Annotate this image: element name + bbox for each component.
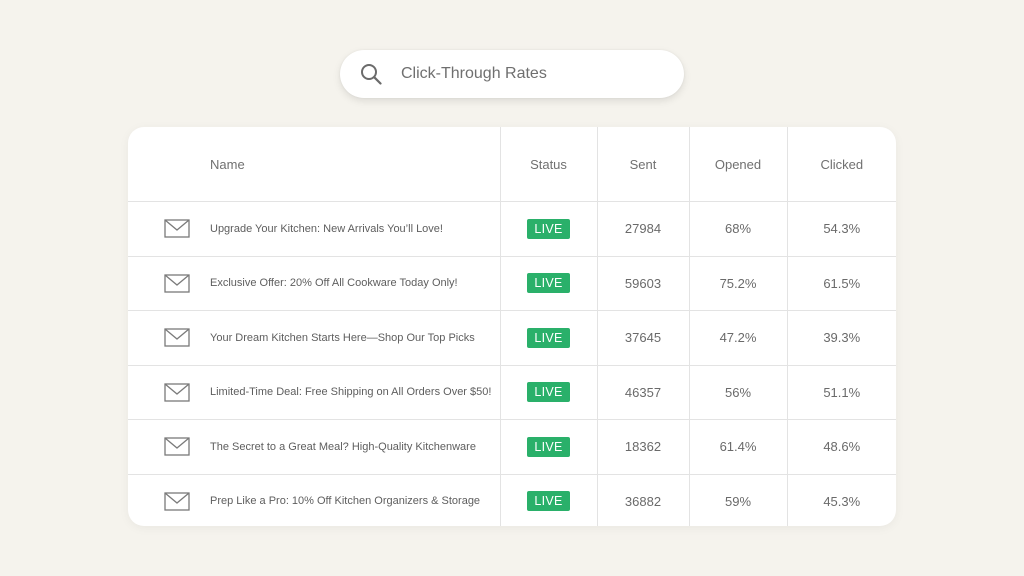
- envelope-icon: [164, 492, 190, 511]
- table-row[interactable]: Prep Like a Pro: 10% Off Kitchen Organiz…: [128, 474, 896, 526]
- envelope-icon: [164, 383, 190, 402]
- opened-rate: 56%: [688, 365, 787, 420]
- table-row[interactable]: Exclusive Offer: 20% Off All Cookware To…: [128, 256, 896, 311]
- search-query[interactable]: Click-Through Rates: [401, 50, 547, 98]
- campaigns-table: Name Status Sent Opened Clicked Upgrade …: [128, 127, 896, 526]
- row-icon-cell: [128, 419, 210, 475]
- envelope-icon: [164, 437, 190, 456]
- status-badge: LIVE: [527, 327, 570, 348]
- envelope-icon: [164, 274, 190, 293]
- header-sent[interactable]: Sent: [596, 127, 689, 202]
- row-icon-cell: [128, 474, 210, 526]
- table-row[interactable]: Upgrade Your Kitchen: New Arrivals You’l…: [128, 201, 896, 257]
- table-row[interactable]: The Secret to a Great Meal? High-Quality…: [128, 419, 896, 475]
- clicked-rate: 61.5%: [786, 256, 896, 311]
- row-icon-cell: [128, 256, 210, 311]
- campaign-name[interactable]: The Secret to a Great Meal? High-Quality…: [210, 419, 500, 475]
- sent-count: 18362: [596, 419, 689, 475]
- sent-count: 37645: [596, 310, 689, 366]
- clicked-rate: 51.1%: [786, 365, 896, 420]
- status-cell: LIVE: [499, 419, 597, 475]
- row-icon-cell: [128, 201, 210, 257]
- status-cell: LIVE: [499, 201, 597, 257]
- status-badge: LIVE: [527, 491, 570, 512]
- status-cell: LIVE: [499, 365, 597, 420]
- header-icon-spacer: [128, 127, 210, 202]
- campaign-name[interactable]: Prep Like a Pro: 10% Off Kitchen Organiz…: [210, 474, 500, 526]
- search-icon[interactable]: [360, 63, 382, 85]
- envelope-icon: [164, 328, 190, 347]
- status-cell: LIVE: [499, 474, 597, 526]
- clicked-rate: 39.3%: [786, 310, 896, 366]
- campaign-name[interactable]: Your Dream Kitchen Starts Here—Shop Our …: [210, 310, 500, 366]
- status-badge: LIVE: [527, 436, 570, 457]
- row-icon-cell: [128, 365, 210, 420]
- status-cell: LIVE: [499, 310, 597, 366]
- table-header-row: Name Status Sent Opened Clicked: [128, 127, 896, 202]
- status-badge: LIVE: [527, 218, 570, 239]
- table-row[interactable]: Limited-Time Deal: Free Shipping on All …: [128, 365, 896, 420]
- envelope-icon: [164, 219, 190, 238]
- opened-rate: 59%: [688, 474, 787, 526]
- campaign-name[interactable]: Exclusive Offer: 20% Off All Cookware To…: [210, 256, 500, 311]
- clicked-rate: 54.3%: [786, 201, 896, 257]
- clicked-rate: 45.3%: [786, 474, 896, 526]
- opened-rate: 68%: [688, 201, 787, 257]
- search-bar[interactable]: Click-Through Rates: [340, 50, 684, 98]
- clicked-rate: 48.6%: [786, 419, 896, 475]
- table-row[interactable]: Your Dream Kitchen Starts Here—Shop Our …: [128, 310, 896, 366]
- header-opened[interactable]: Opened: [688, 127, 787, 202]
- sent-count: 59603: [596, 256, 689, 311]
- sent-count: 36882: [596, 474, 689, 526]
- status-badge: LIVE: [527, 273, 570, 294]
- campaign-name[interactable]: Limited-Time Deal: Free Shipping on All …: [210, 365, 500, 420]
- sent-count: 46357: [596, 365, 689, 420]
- status-cell: LIVE: [499, 256, 597, 311]
- opened-rate: 75.2%: [688, 256, 787, 311]
- campaign-name[interactable]: Upgrade Your Kitchen: New Arrivals You’l…: [210, 201, 500, 257]
- status-badge: LIVE: [527, 382, 570, 403]
- row-icon-cell: [128, 310, 210, 366]
- opened-rate: 61.4%: [688, 419, 787, 475]
- header-status[interactable]: Status: [499, 127, 597, 202]
- campaigns-table-card: Name Status Sent Opened Clicked Upgrade …: [128, 127, 896, 526]
- opened-rate: 47.2%: [688, 310, 787, 366]
- header-clicked[interactable]: Clicked: [786, 127, 896, 202]
- sent-count: 27984: [596, 201, 689, 257]
- header-name[interactable]: Name: [210, 127, 500, 202]
